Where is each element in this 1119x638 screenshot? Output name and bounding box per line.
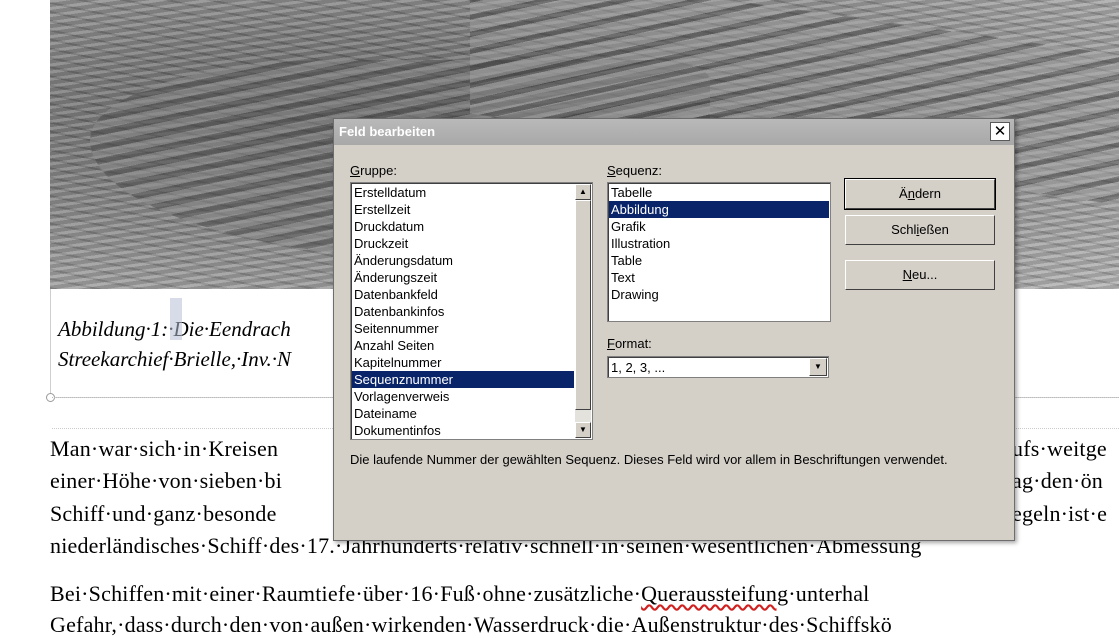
sequenz-item[interactable]: Text	[609, 269, 829, 286]
gruppe-item[interactable]: Datenbankinfos	[352, 303, 574, 320]
field-description: Die laufende Nummer der gewählten Sequen…	[350, 452, 948, 467]
gruppe-item[interactable]: Druckdatum	[352, 218, 574, 235]
body-text-line-tail[interactable]: ag·den·ön	[1012, 468, 1103, 494]
dialog-titlebar[interactable]: Feld bearbeiten ✕	[334, 119, 1014, 145]
gruppe-listbox[interactable]: Erstelldatum Erstellzeit Druckdatum Druckze…	[350, 182, 593, 440]
body-text-line[interactable]: Schiff·und·ganz·besonde	[50, 501, 277, 527]
scroll-up-arrow-icon[interactable]: ▲	[575, 184, 591, 200]
chevron-down-icon[interactable]: ▼	[809, 358, 827, 376]
scroll-down-arrow-icon[interactable]: ▼	[575, 422, 591, 438]
gruppe-scrollbar[interactable]: ▲ ▼	[575, 184, 591, 438]
schliessen-button[interactable]: Schließen	[845, 215, 995, 245]
gruppe-item[interactable]: Druckzeit	[352, 235, 574, 252]
format-value: 1, 2, 3, ...	[611, 360, 666, 375]
field-highlight	[170, 298, 182, 340]
scroll-thumb[interactable]	[575, 200, 591, 410]
format-select[interactable]: 1, 2, 3, ... ▼	[607, 356, 829, 378]
body-text-line[interactable]: Man·war·sich·in·Kreisen	[50, 436, 278, 462]
body-text-line[interactable]: einer·Höhe·von·sieben·bi	[50, 468, 282, 494]
body-text-line-tail[interactable]: egeln·ist·e	[1012, 501, 1107, 527]
gruppe-item[interactable]: Änderungszeit	[352, 269, 574, 286]
format-label: Format:	[607, 336, 652, 351]
gruppe-item[interactable]: Dokumentinfos	[352, 422, 574, 439]
dialog-title: Feld bearbeiten	[339, 124, 436, 139]
gruppe-label: Gruppe:	[350, 163, 397, 178]
gruppe-item[interactable]: Vorlagenverweis	[352, 388, 574, 405]
gruppe-item[interactable]: Kapitelnummer	[352, 354, 574, 371]
gruppe-item[interactable]: Seitennummer	[352, 320, 574, 337]
body-text-line[interactable]: Gefahr,·dass·durch·den·von·außen·wirkend…	[50, 612, 892, 638]
sequenz-item[interactable]: Tabelle	[609, 184, 829, 201]
gruppe-item[interactable]: Datenbankfeld	[352, 286, 574, 303]
gruppe-item[interactable]: Erstelldatum	[352, 184, 574, 201]
sequenz-item[interactable]: Drawing	[609, 286, 829, 303]
gruppe-item[interactable]: Erstellzeit	[352, 201, 574, 218]
sequenz-label: Sequenz:	[607, 163, 662, 178]
body-text-line-tail[interactable]: ufs·weitge	[1012, 436, 1107, 462]
close-icon: ✕	[993, 123, 1007, 140]
edit-field-dialog: Feld bearbeiten ✕ Gruppe: Erstelldatum Er…	[333, 118, 1015, 541]
gruppe-item[interactable]: Sequenznummer	[352, 371, 574, 388]
sequenz-item[interactable]: Illustration	[609, 235, 829, 252]
gruppe-item[interactable]: Änderungsdatum	[352, 252, 574, 269]
sequenz-item[interactable]: Table	[609, 252, 829, 269]
sequenz-item[interactable]: Abbildung	[609, 201, 829, 218]
neu-button[interactable]: Neu...	[845, 260, 995, 290]
body-text-line[interactable]: Bei·Schiffen·mit·einer·Raumtiefe·über·16…	[50, 581, 870, 607]
gruppe-item[interactable]: Anzahl Seiten	[352, 337, 574, 354]
spellcheck-word[interactable]: Queraussteifung	[641, 581, 788, 606]
caption-line-2[interactable]: Streekarchief·Brielle,·Inv.·N	[58, 347, 291, 372]
sequenz-item[interactable]: Grafik	[609, 218, 829, 235]
close-button[interactable]: ✕	[990, 122, 1010, 141]
gruppe-item[interactable]: Dateiname	[352, 405, 574, 422]
sequenz-listbox[interactable]: Tabelle Abbildung Grafik Illustration Table T…	[607, 182, 831, 322]
aendern-button[interactable]: Ändern	[844, 178, 996, 210]
